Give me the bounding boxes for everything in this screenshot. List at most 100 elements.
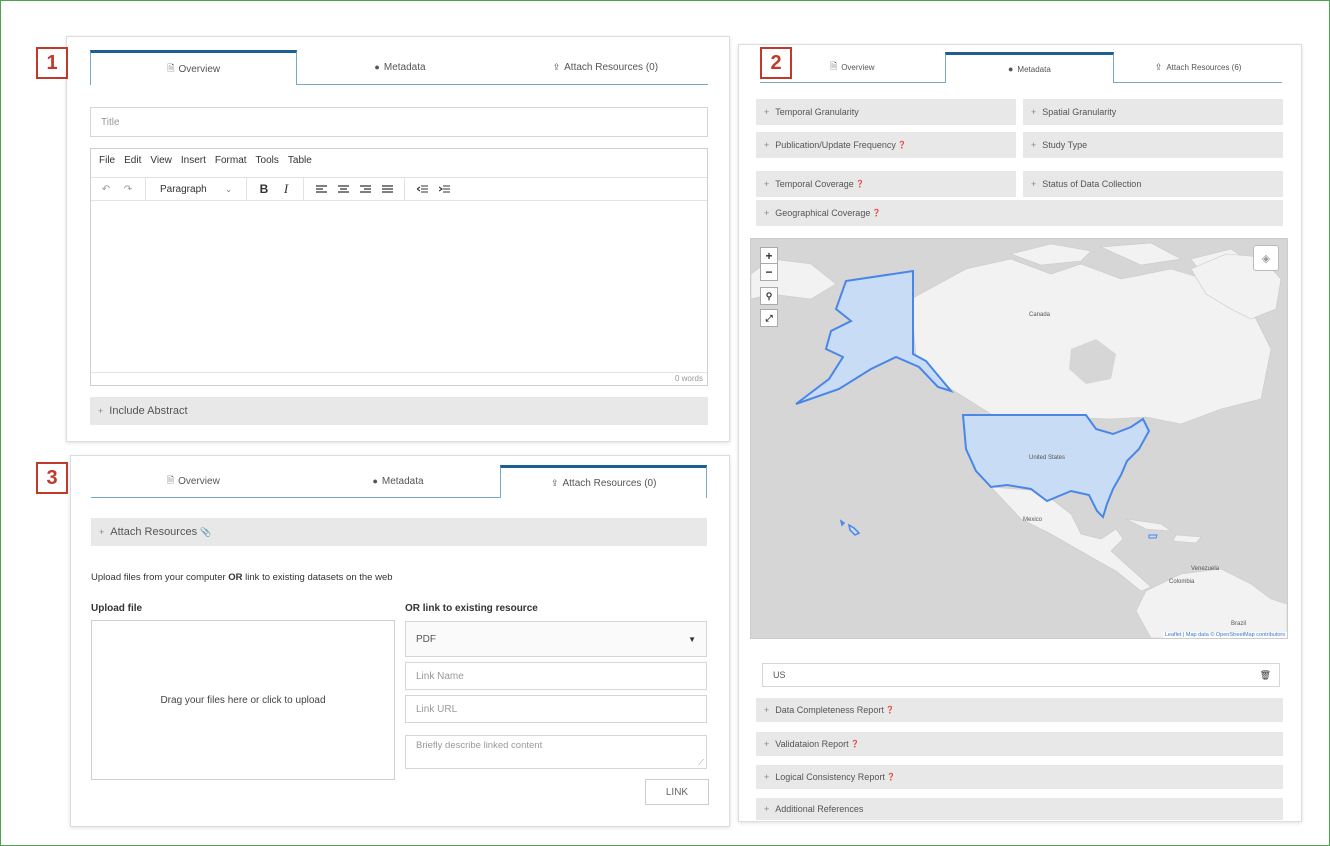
menu-file[interactable]: File (99, 155, 115, 166)
title-input[interactable]: Title (90, 107, 708, 137)
undo-icon[interactable]: ↶ (95, 184, 117, 195)
bold-button[interactable]: B (253, 182, 275, 196)
additional-references[interactable]: + Additional References (756, 798, 1283, 820)
tab-attach-label: Attach Resources (6) (1166, 62, 1242, 72)
publication-frequency-label: Publication/Update Frequency (775, 140, 896, 150)
fullscreen-icon[interactable]: ⤢ (760, 309, 778, 327)
menu-insert[interactable]: Insert (181, 155, 206, 166)
temporal-granularity-label: Temporal Granularity (775, 107, 859, 117)
link-name-input[interactable]: Link Name (405, 662, 707, 690)
upload-icon: ⇪ (1154, 61, 1163, 72)
document-icon: 🗎 (167, 63, 175, 73)
logical-consistency-report[interactable]: + Logical Consistency Report ❓ (756, 765, 1283, 789)
indent-icon[interactable] (433, 184, 455, 194)
spatial-granularity-field[interactable]: + Spatial Granularity (1023, 99, 1283, 125)
temporal-coverage-label: Temporal Coverage (775, 179, 854, 189)
rich-text-editor: File Edit View Insert Format Tools Table… (90, 148, 708, 386)
zoom-out-button[interactable]: − (760, 263, 778, 281)
menu-format[interactable]: Format (215, 155, 247, 166)
word-count: 0 words (91, 372, 707, 385)
coverage-map[interactable]: + − ⚲ ⤢ ◈ Canada United States Mexico Ve… (750, 238, 1288, 639)
geographical-coverage-label: Geographical Coverage (775, 208, 871, 218)
layers-icon[interactable]: ◈ (1253, 245, 1279, 271)
tab-overview[interactable]: 🗎 Overview (760, 52, 945, 82)
region-value-field[interactable]: US 🗑 (762, 663, 1280, 687)
help-icon[interactable]: ❓ (856, 180, 865, 188)
help-icon[interactable]: ❓ (851, 740, 860, 748)
tab-attach-label: Attach Resources (0) (564, 61, 659, 73)
help-icon[interactable]: ❓ (898, 141, 907, 149)
editor-toolbar: ↶ ↷ Paragraph ⌄ B I (91, 177, 707, 201)
plus-icon: + (764, 772, 770, 782)
tab-overview[interactable]: 🗎 Overview (90, 50, 298, 85)
tab-metadata-label: Metadata (381, 475, 424, 487)
validation-report[interactable]: + Validataion Report ❓ (756, 732, 1283, 756)
align-left-icon[interactable] (310, 184, 332, 194)
plus-icon: + (764, 804, 770, 814)
link-description-textarea[interactable]: Briefly describe linked content ⟋ (405, 735, 707, 769)
menu-tools[interactable]: Tools (256, 155, 279, 166)
plus-icon: + (1031, 140, 1037, 150)
tab-metadata[interactable]: ● Metadata (297, 50, 502, 84)
help-icon[interactable]: ❓ (887, 773, 896, 781)
plus-icon: + (764, 739, 770, 749)
status-data-collection-field[interactable]: + Status of Data Collection (1023, 171, 1283, 197)
file-dropzone[interactable]: Drag your files here or click to upload (91, 620, 395, 780)
temporal-granularity-field[interactable]: + Temporal Granularity (756, 99, 1016, 125)
attach-resources-header[interactable]: + Attach Resources 📎 (91, 518, 707, 546)
tab-overview-label: Overview (178, 63, 221, 75)
tab-attach-resources[interactable]: ⇪ Attach Resources (6) (1114, 52, 1282, 82)
map-attribution[interactable]: Leaflet | Map data © OpenStreetMap contr… (1162, 632, 1287, 638)
temporal-coverage-field[interactable]: + Temporal Coverage ❓ (756, 171, 1016, 197)
study-type-label: Study Type (1042, 140, 1088, 150)
tab-overview[interactable]: 🗎 Overview (91, 465, 296, 497)
resource-type-value: PDF (416, 633, 436, 645)
editor-content-area[interactable] (91, 200, 707, 372)
link-resource-label: OR link to existing resource (405, 603, 538, 614)
plus-icon: + (764, 140, 770, 150)
plus-icon: + (99, 527, 105, 537)
tab-attach-resources[interactable]: ⇪ Attach Resources (0) (500, 465, 708, 498)
outdent-icon[interactable] (411, 184, 433, 194)
menu-edit[interactable]: Edit (124, 155, 141, 166)
italic-button[interactable]: I (275, 181, 297, 197)
search-icon[interactable]: ⚲ (760, 287, 778, 305)
upload-file-label: Upload file (91, 603, 143, 614)
upload-icon: ⇪ (550, 477, 559, 488)
link-url-input[interactable]: Link URL (405, 695, 707, 723)
menu-table[interactable]: Table (288, 155, 312, 166)
help-icon[interactable]: ❓ (886, 706, 895, 714)
study-type-field[interactable]: + Study Type (1023, 132, 1283, 158)
plus-icon: + (764, 705, 770, 715)
data-completeness-label: Data Completeness Report (775, 705, 884, 715)
include-abstract-toggle[interactable]: + Include Abstract (90, 397, 708, 425)
data-completeness-report[interactable]: + Data Completeness Report ❓ (756, 698, 1283, 722)
plus-icon: + (764, 208, 770, 218)
toolbar-divider (246, 178, 247, 200)
panel3-tabs: 🗎 Overview ● Metadata ⇪ Attach Resources… (91, 465, 708, 498)
region-value: US (773, 670, 786, 680)
resource-type-select[interactable]: PDF ▼ (405, 621, 707, 657)
block-format-select[interactable]: Paragraph ⌄ (152, 184, 240, 195)
publication-frequency-field[interactable]: + Publication/Update Frequency ❓ (756, 132, 1016, 158)
resize-handle-icon[interactable]: ⟋ (698, 758, 704, 768)
upload-instructions: Upload files from your computer OR link … (91, 572, 393, 583)
help-icon[interactable]: ❓ (872, 209, 881, 217)
info-icon: ● (372, 476, 378, 486)
menu-view[interactable]: View (150, 155, 172, 166)
link-button[interactable]: LINK (645, 779, 709, 805)
trash-icon[interactable]: 🗑 (1260, 670, 1271, 681)
align-right-icon[interactable] (354, 184, 376, 194)
link-name-placeholder: Link Name (416, 670, 464, 682)
tab-metadata[interactable]: ● Metadata (944, 52, 1115, 83)
tab-metadata[interactable]: ● Metadata (296, 465, 501, 497)
geographical-coverage-field[interactable]: + Geographical Coverage ❓ (756, 200, 1283, 226)
map-label-brazil: Brazil (1231, 621, 1247, 627)
title-placeholder: Title (101, 116, 120, 128)
align-center-icon[interactable] (332, 184, 354, 194)
redo-icon[interactable]: ↷ (117, 184, 139, 195)
plus-icon: + (764, 179, 770, 189)
tab-attach-resources[interactable]: ⇪ Attach Resources (0) (503, 50, 708, 84)
map-label-canada: Canada (1029, 312, 1051, 318)
align-justify-icon[interactable] (376, 184, 398, 194)
